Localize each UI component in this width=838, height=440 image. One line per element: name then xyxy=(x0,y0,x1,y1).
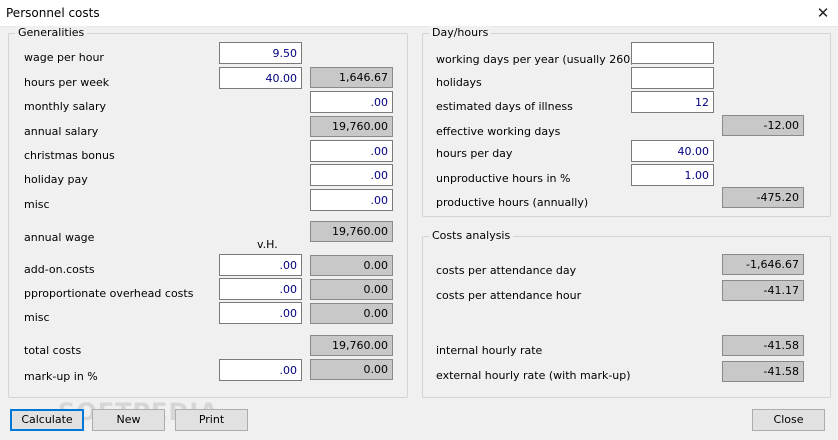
internal-rate-readout: -41.58 xyxy=(722,335,804,356)
hours-per-week-label: hours per week xyxy=(24,76,110,89)
misc-costs-readout: 0.00 xyxy=(310,303,393,324)
cost-per-hour-readout: -41.17 xyxy=(722,280,804,301)
illness-days-input[interactable] xyxy=(631,91,714,113)
unproductive-hours-label: unproductive hours in % xyxy=(436,172,571,185)
holidays-input[interactable] xyxy=(631,67,714,89)
costs-analysis-title: Costs analysis xyxy=(429,229,514,242)
external-rate-readout: -41.58 xyxy=(722,361,804,382)
misc-costs-label: misc xyxy=(24,311,50,324)
title-bar: Personnel costs ✕ xyxy=(0,0,838,27)
total-costs-label: total costs xyxy=(24,344,82,357)
hours-per-day-input[interactable] xyxy=(631,140,714,162)
working-days-input[interactable] xyxy=(631,42,714,64)
vh-column-header: v.H. xyxy=(257,238,278,251)
generalities-title: Generalities xyxy=(15,26,88,39)
annual-wage-label: annual wage xyxy=(24,231,95,244)
new-button[interactable]: New xyxy=(92,409,165,431)
mark-up-readout: 0.00 xyxy=(310,359,393,380)
overhead-costs-label: pproportionate overhead costs xyxy=(24,287,194,300)
productive-hours-readout: -475.20 xyxy=(722,187,804,208)
christmas-bonus-label: christmas bonus xyxy=(24,149,115,162)
unproductive-hours-input[interactable] xyxy=(631,164,714,186)
external-rate-label: external hourly rate (with mark-up) xyxy=(436,369,631,382)
monthly-salary-label: monthly salary xyxy=(24,100,107,113)
window-title: Personnel costs xyxy=(6,6,100,20)
effective-days-label: effective working days xyxy=(436,125,561,138)
hours-per-week-input[interactable] xyxy=(219,67,302,89)
holiday-pay-label: holiday pay xyxy=(24,173,88,186)
wage-per-hour-input[interactable] xyxy=(219,42,302,64)
misc-input[interactable] xyxy=(310,189,393,211)
internal-rate-label: internal hourly rate xyxy=(436,344,543,357)
total-costs-readout: 19,760.00 xyxy=(310,335,393,356)
christmas-bonus-input[interactable] xyxy=(310,140,393,162)
effective-days-readout: -12.00 xyxy=(722,115,804,136)
holiday-pay-input[interactable] xyxy=(310,164,393,186)
misc-label: misc xyxy=(24,198,50,211)
day-hours-title: Day/hours xyxy=(429,26,492,39)
illness-days-label: estimated days of illness xyxy=(436,100,573,113)
annual-salary-label: annual salary xyxy=(24,125,99,138)
annual-salary-readout: 19,760.00 xyxy=(310,116,393,137)
print-button[interactable]: Print xyxy=(175,409,248,431)
cost-per-day-readout: -1,646.67 xyxy=(722,254,804,275)
mark-up-label: mark-up in % xyxy=(24,370,98,383)
hours-per-year-readout: 1,646.67 xyxy=(310,67,393,88)
misc-costs-input[interactable] xyxy=(219,302,302,324)
monthly-salary-input[interactable] xyxy=(310,91,393,113)
cost-per-day-label: costs per attendance day xyxy=(436,264,577,277)
annual-wage-readout: 19,760.00 xyxy=(310,221,393,242)
mark-up-input[interactable] xyxy=(219,359,302,381)
productive-hours-label: productive hours (annually) xyxy=(436,196,589,209)
working-days-label: working days per year (usually 260) xyxy=(436,53,635,66)
cost-per-hour-label: costs per attendance hour xyxy=(436,289,582,302)
overhead-costs-input[interactable] xyxy=(219,278,302,300)
calculate-button[interactable]: Calculate xyxy=(10,409,84,431)
close-window-icon[interactable]: ✕ xyxy=(808,0,838,26)
overhead-costs-readout: 0.00 xyxy=(310,279,393,300)
holidays-label: holidays xyxy=(436,76,482,89)
add-on-costs-label: add-on.costs xyxy=(24,263,95,276)
hours-per-day-label: hours per day xyxy=(436,147,513,160)
add-on-costs-readout: 0.00 xyxy=(310,255,393,276)
wage-per-hour-label: wage per hour xyxy=(24,51,104,64)
close-button[interactable]: Close xyxy=(752,409,825,431)
add-on-costs-input[interactable] xyxy=(219,254,302,276)
